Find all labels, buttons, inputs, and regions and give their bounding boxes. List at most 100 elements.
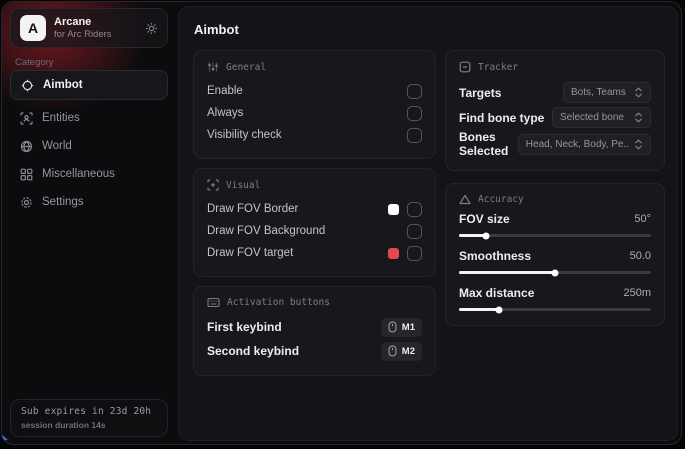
row-label: Second keybind — [207, 344, 299, 358]
chevron-up-down-icon — [634, 87, 643, 98]
sidebar-item-aimbot[interactable]: Aimbot — [10, 70, 168, 100]
keyboard-icon — [207, 297, 220, 308]
general-card: General Enable Always Visibility check — [193, 50, 436, 159]
sidebar: A Arcane for Arc Riders Category — [2, 2, 177, 444]
row-label: Enable — [207, 85, 243, 97]
slider-thumb[interactable] — [552, 269, 559, 276]
row-label: Targets — [459, 86, 501, 100]
accuracy-card-header: Accuracy — [459, 194, 651, 205]
visibility-check-checkbox[interactable] — [407, 128, 422, 143]
row-label: Max distance — [459, 286, 534, 300]
row-label: Bones Selected — [459, 130, 518, 158]
slider-fill — [459, 271, 555, 274]
general-card-header: General — [207, 61, 422, 73]
first-keybind-button[interactable]: M1 — [381, 318, 422, 337]
card-title: General — [226, 62, 266, 73]
row-label: FOV size — [459, 212, 510, 226]
dropdown-value: Head, Neck, Body, Pe.. — [526, 139, 629, 150]
activation-card-header: Activation buttons — [207, 297, 422, 308]
setting-row-enable: Enable — [207, 80, 422, 102]
sidebar-item-entities[interactable]: Entities — [10, 104, 168, 132]
row-label: Visibility check — [207, 129, 282, 141]
keybind-value: M1 — [402, 322, 415, 333]
page-title: Aimbot — [194, 22, 665, 37]
scan-plus-icon — [207, 179, 219, 191]
chevron-up-down-icon — [634, 112, 643, 123]
slider-row-fov-size: FOV size 50° — [459, 212, 651, 237]
setting-row-visibility-check: Visibility check — [207, 124, 422, 146]
sidebar-item-settings[interactable]: Settings — [10, 188, 168, 216]
grid-icon — [20, 168, 33, 181]
frame-minus-icon — [459, 61, 471, 73]
session-duration-text: session duration 14s — [21, 420, 157, 430]
triangle-icon — [459, 194, 471, 205]
brand-logo: A — [20, 15, 46, 41]
fov-size-slider[interactable] — [459, 234, 651, 237]
max-distance-slider[interactable] — [459, 308, 651, 311]
sub-expiry-text: Sub expires in 23d 20h — [21, 406, 157, 417]
fov-border-checkbox[interactable] — [407, 202, 422, 217]
second-keybind-button[interactable]: M2 — [381, 342, 422, 361]
bones-selected-dropdown[interactable]: Head, Neck, Body, Pe.. — [518, 134, 651, 155]
mouse-icon — [388, 321, 397, 333]
globe-icon — [20, 140, 33, 153]
visual-card: Visual Draw FOV Border Draw FOV Backgrou… — [193, 168, 436, 277]
sliders-icon — [207, 61, 219, 73]
row-label: Find bone type — [459, 111, 544, 125]
card-title: Visual — [226, 180, 260, 191]
slider-row-smoothness: Smoothness 50.0 — [459, 249, 651, 274]
sidebar-nav: Aimbot Entities — [10, 70, 168, 216]
fov-target-checkbox[interactable] — [407, 246, 422, 261]
find-bone-type-dropdown[interactable]: Selected bone — [552, 107, 651, 128]
row-label: First keybind — [207, 320, 282, 334]
activation-buttons-card: Activation buttons First keybind M1 — [193, 286, 436, 376]
row-label: Always — [207, 107, 243, 119]
slider-value: 50° — [634, 213, 651, 225]
setting-row-first-keybind: First keybind M1 — [207, 315, 422, 339]
setting-row-targets: Targets Bots, Teams — [459, 80, 651, 105]
targets-dropdown[interactable]: Bots, Teams — [563, 82, 651, 103]
smoothness-slider[interactable] — [459, 271, 651, 274]
setting-row-always: Always — [207, 102, 422, 124]
always-checkbox[interactable] — [407, 106, 422, 121]
sidebar-item-label: Entities — [42, 112, 80, 124]
fov-border-color-swatch[interactable] — [388, 204, 399, 215]
slider-fill — [459, 308, 499, 311]
accuracy-card: Accuracy FOV size 50° — [445, 183, 665, 326]
setting-row-second-keybind: Second keybind M2 — [207, 339, 422, 363]
settings-gear-icon — [20, 196, 33, 209]
mouse-icon — [388, 345, 397, 357]
sidebar-item-label: Miscellaneous — [42, 168, 115, 180]
sidebar-item-label: Settings — [42, 196, 84, 208]
enable-checkbox[interactable] — [407, 84, 422, 99]
left-column: General Enable Always Visibility check — [193, 50, 436, 376]
visual-card-header: Visual — [207, 179, 422, 191]
setting-row-fov-target: Draw FOV target — [207, 242, 422, 264]
slider-value: 250m — [623, 287, 651, 299]
entities-scan-icon — [20, 112, 33, 125]
fov-background-checkbox[interactable] — [407, 224, 422, 239]
sidebar-item-miscellaneous[interactable]: Miscellaneous — [10, 160, 168, 188]
card-title: Accuracy — [478, 194, 524, 205]
row-label: Draw FOV Background — [207, 225, 325, 237]
row-label: Smoothness — [459, 249, 531, 263]
dropdown-value: Bots, Teams — [571, 87, 626, 98]
app-window: A Arcane for Arc Riders Category — [1, 1, 682, 445]
fov-target-color-swatch[interactable] — [388, 248, 399, 259]
row-label: Draw FOV Border — [207, 203, 298, 215]
setting-row-bones-selected: Bones Selected Head, Neck, Body, Pe.. — [459, 130, 651, 158]
gear-icon[interactable] — [145, 22, 158, 35]
sidebar-item-world[interactable]: World — [10, 132, 168, 160]
card-title: Activation buttons — [227, 297, 330, 308]
brand-card: A Arcane for Arc Riders — [10, 8, 168, 48]
slider-thumb[interactable] — [482, 232, 489, 239]
category-label: Category — [15, 57, 54, 68]
crosshair-icon — [21, 79, 34, 92]
card-title: Tracker — [478, 62, 518, 73]
setting-row-find-bone-type: Find bone type Selected bone — [459, 105, 651, 130]
brand-text: Arcane for Arc Riders — [54, 16, 112, 40]
row-label: Draw FOV target — [207, 247, 293, 259]
right-column: Tracker Targets Bots, Teams Find bone ty… — [445, 50, 665, 326]
tracker-card: Tracker Targets Bots, Teams Find bone ty… — [445, 50, 665, 171]
slider-thumb[interactable] — [496, 306, 503, 313]
